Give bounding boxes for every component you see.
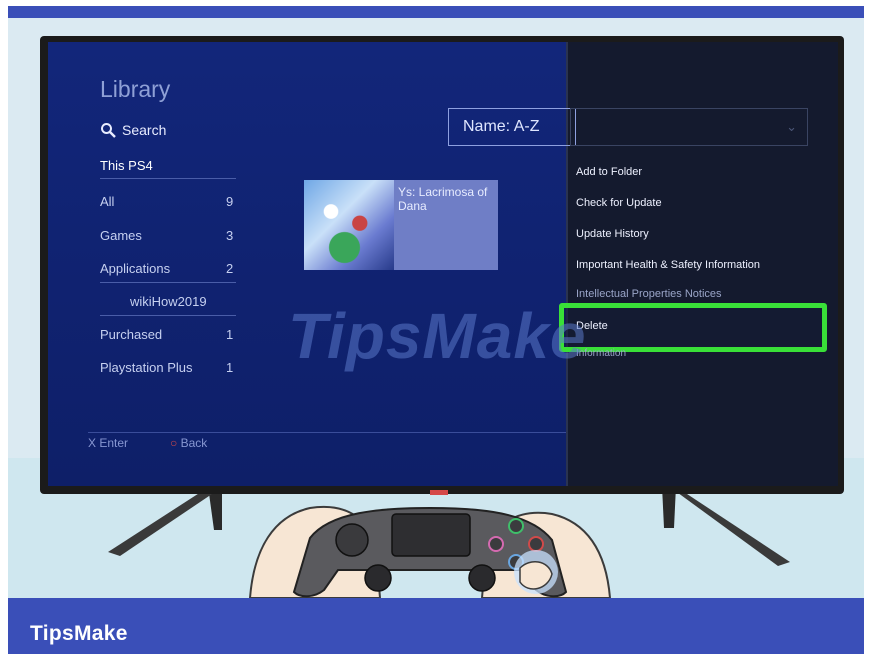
options-dropdown[interactable]: ⌄ — [570, 108, 808, 146]
footer-divider — [88, 432, 566, 433]
divider — [100, 315, 236, 316]
page-title: Library — [100, 76, 171, 102]
watermark-logo: TipsMake — [288, 300, 587, 372]
illustration-frame: Library Search This PS4 All 9 Games 3 Ap… — [0, 0, 870, 660]
sidebar-item-applications[interactable]: Applications — [100, 261, 170, 276]
sidebar-item-all[interactable]: All — [100, 194, 114, 209]
banner-logo: TipsMake — [30, 622, 128, 645]
sort-dropdown[interactable]: Name: A-Z — [448, 108, 576, 146]
menu-item-update-history[interactable]: Update History — [576, 228, 649, 240]
game-cover-art[interactable] — [304, 180, 394, 270]
game-title: Ys: Lacrimosa of Dana — [398, 185, 488, 213]
section-this-ps4[interactable]: This PS4 — [100, 158, 153, 173]
menu-item-ip-notices[interactable]: Intellectual Properties Notices — [576, 288, 722, 300]
menu-item-health-safety[interactable]: Important Health & Safety Information — [576, 259, 760, 271]
sidebar-item-purchased[interactable]: Purchased — [100, 327, 162, 342]
count-purchased: 1 — [226, 327, 234, 342]
sidebar-item-games[interactable]: Games — [100, 228, 142, 243]
menu-item-check-for-update[interactable]: Check for Update — [576, 197, 662, 209]
back-hint: ○ Back — [170, 436, 207, 450]
count-applications: 2 — [226, 261, 234, 276]
count-games: 3 — [226, 228, 234, 243]
circle-button-icon: ○ — [170, 436, 178, 450]
top-border — [8, 6, 864, 18]
count-playstation-plus: 1 — [226, 360, 234, 375]
sidebar-item-playstation-plus[interactable]: Playstation Plus — [100, 360, 193, 375]
count-all: 9 — [226, 194, 234, 209]
bottom-banner — [8, 598, 864, 654]
controller-illustration — [248, 505, 612, 598]
chevron-down-icon: ⌄ — [786, 119, 797, 134]
search-label: Search — [122, 122, 167, 139]
divider — [100, 282, 236, 283]
sort-label: Name: A-Z — [463, 118, 540, 135]
sidebar-item-wikihow2019[interactable]: wikiHow2019 — [130, 294, 207, 309]
menu-item-add-to-folder[interactable]: Add to Folder — [576, 166, 642, 178]
divider — [100, 178, 236, 179]
enter-hint: X Enter — [88, 436, 129, 450]
tv-screen: Library Search This PS4 All 9 Games 3 Ap… — [48, 42, 838, 486]
back-label: Back — [180, 436, 208, 450]
search-icon — [100, 122, 116, 141]
search-button[interactable]: Search — [100, 122, 166, 141]
